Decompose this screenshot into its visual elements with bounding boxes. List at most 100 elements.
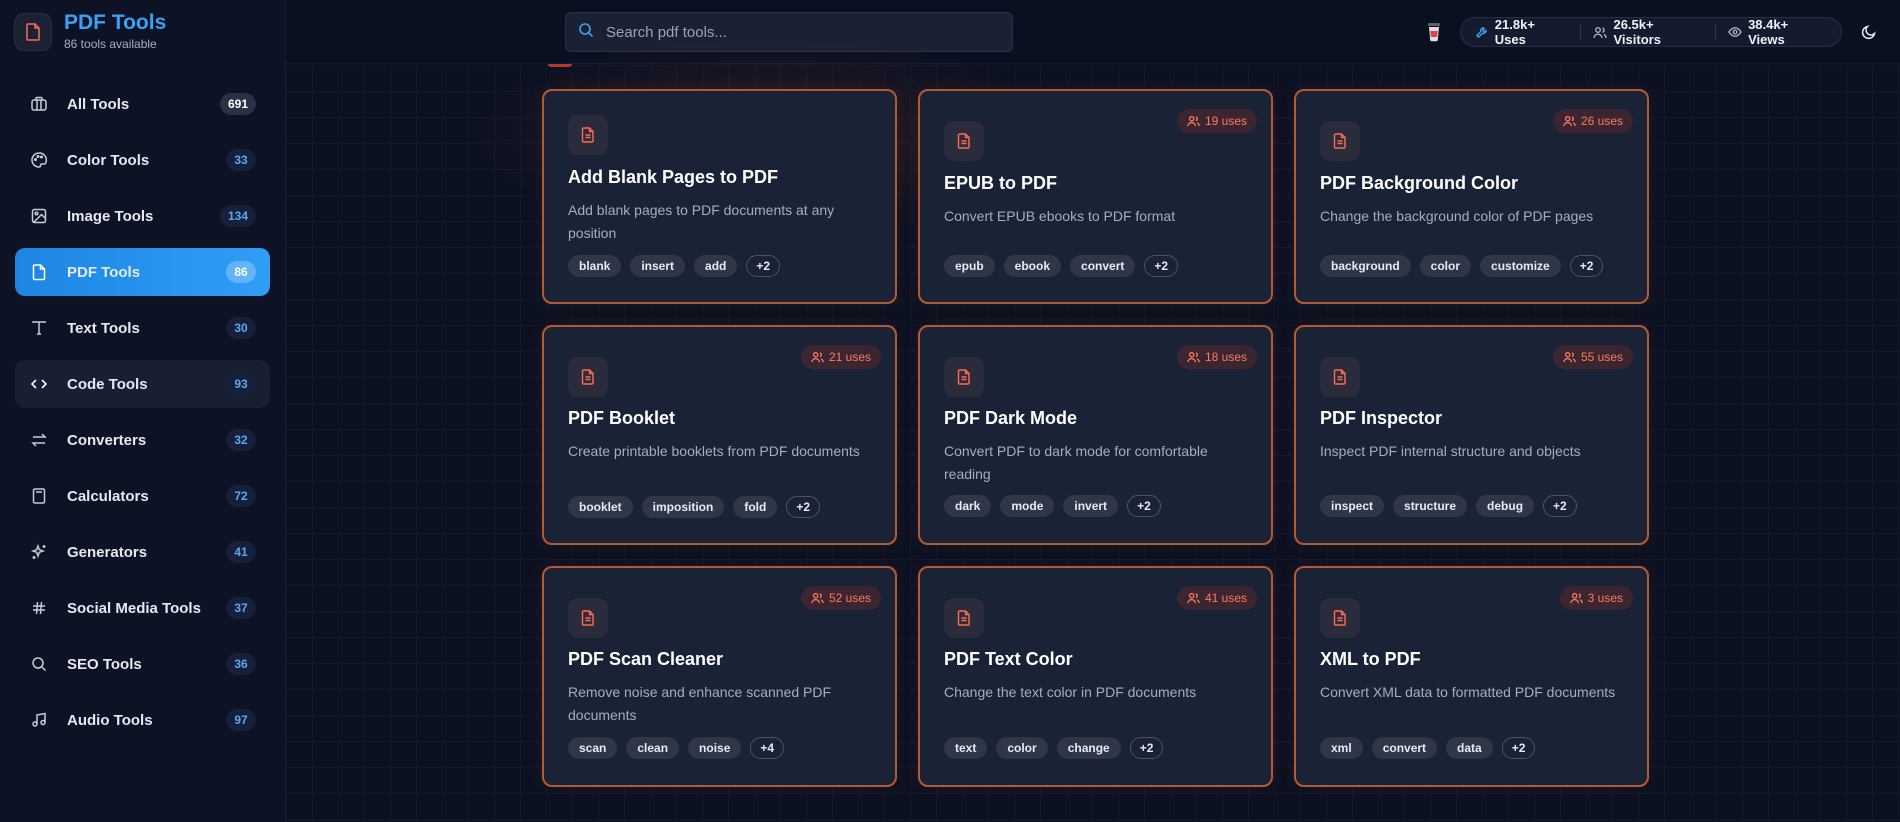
sidebar-item-converters[interactable]: Converters 32 [15, 416, 270, 464]
tag[interactable]: background [1320, 255, 1411, 277]
sidebar-item-count: 97 [226, 709, 256, 731]
sidebar-item-label: PDF Tools [67, 263, 141, 281]
sidebar-item-label: Color Tools [67, 151, 150, 169]
theme-toggle-moon-icon[interactable] [1858, 21, 1880, 43]
more-tags-badge[interactable]: +2 [786, 496, 821, 518]
tag[interactable]: customize [1480, 255, 1561, 277]
sidebar-nav: All Tools 691 Color Tools 33 Image Tools… [15, 80, 270, 752]
more-tags-badge[interactable]: +2 [1144, 255, 1179, 277]
more-tags-badge[interactable]: +2 [1129, 737, 1164, 759]
tag[interactable]: ebook [1003, 255, 1062, 277]
stat-visitors: 26.5k+ Visitors [1593, 17, 1703, 47]
tool-card[interactable]: 41 uses PDF Text Color Change the text c… [918, 566, 1273, 787]
pdf-file-icon [568, 115, 608, 155]
sidebar-item-label: Calculators [67, 487, 149, 505]
sidebar-item-count: 41 [226, 541, 256, 563]
coffee-cup-icon[interactable] [1424, 20, 1444, 44]
tool-card[interactable]: 55 uses PDF Inspector Inspect PDF intern… [1294, 325, 1649, 545]
tag[interactable]: color [996, 737, 1048, 759]
tag[interactable]: structure [1393, 495, 1468, 517]
tool-card-description: Change the text color in PDF documents [944, 684, 1197, 700]
tag[interactable]: inspect [1320, 495, 1385, 517]
sidebar-item-image-tools[interactable]: Image Tools 134 [15, 192, 270, 240]
tool-card[interactable]: 21 uses PDF Booklet Create printable boo… [542, 325, 897, 545]
tag[interactable]: convert [1070, 255, 1136, 277]
tool-card-tags: background color customize +2 [1320, 255, 1612, 277]
uses-count: 3 uses [1587, 591, 1623, 605]
more-tags-badge[interactable]: +2 [1543, 495, 1577, 517]
tag[interactable]: dark [944, 495, 992, 517]
tool-card[interactable]: 26 uses PDF Background Color Change the … [1294, 89, 1649, 304]
uses-badge: 19 uses [1176, 109, 1257, 133]
tag[interactable]: data [1446, 737, 1493, 759]
more-tags-badge[interactable]: +2 [1501, 737, 1536, 759]
users-icon [1593, 25, 1608, 39]
tool-card[interactable]: 19 uses EPUB to PDF Convert EPUB ebooks … [918, 89, 1273, 304]
uses-count: 19 uses [1204, 114, 1247, 128]
sidebar-item-seo-tools[interactable]: SEO Tools 36 [15, 640, 270, 688]
tool-card[interactable]: 52 uses PDF Scan Cleaner Remove noise an… [542, 566, 897, 787]
sidebar-item-label: All Tools [67, 95, 130, 113]
sidebar-item-generators[interactable]: Generators 41 [15, 528, 270, 576]
tool-card-description: Convert XML data to formatted PDF docume… [1320, 684, 1616, 700]
sidebar-item-color-tools[interactable]: Color Tools 33 [15, 136, 270, 184]
tag[interactable]: add [694, 255, 738, 277]
pdf-file-icon [568, 598, 608, 638]
sidebar-item-count: 72 [226, 485, 256, 507]
tag[interactable]: xml [1320, 737, 1363, 759]
tag[interactable]: booklet [568, 496, 633, 518]
tool-card-description: Inspect PDF internal structure and objec… [1320, 443, 1581, 459]
sidebar-item-pdf-tools[interactable]: PDF Tools 86 [15, 248, 270, 296]
tag[interactable]: insert [630, 255, 686, 277]
uses-count: 52 uses [828, 591, 871, 605]
tag[interactable]: invert [1063, 495, 1119, 517]
tool-card[interactable]: Add Blank Pages to PDF Add blank pages t… [542, 89, 897, 304]
uses-count: 21 uses [828, 350, 871, 364]
tag[interactable]: scan [568, 737, 618, 759]
more-tags-badge[interactable]: +2 [1127, 495, 1161, 517]
sidebar-item-all-tools[interactable]: All Tools 691 [15, 80, 270, 128]
tag[interactable]: mode [1000, 495, 1055, 517]
more-tags-badge[interactable]: +2 [746, 255, 781, 277]
sidebar-item-label: Code Tools [67, 375, 148, 393]
sidebar-item-count: 33 [226, 149, 256, 171]
tag[interactable]: epub [944, 255, 995, 277]
sidebar-item-count: 32 [226, 429, 256, 451]
sidebar-item-social-media-tools[interactable]: Social Media Tools 37 [15, 584, 270, 632]
tool-card-title: PDF Dark Mode [944, 408, 1078, 428]
tag[interactable]: clean [626, 737, 680, 759]
tag[interactable]: imposition [641, 496, 725, 518]
uses-badge: 21 uses [800, 345, 881, 369]
sidebar-item-audio-tools[interactable]: Audio Tools 97 [15, 696, 270, 744]
tool-card-title: PDF Background Color [1320, 173, 1519, 193]
tag[interactable]: color [1419, 255, 1472, 277]
tool-card-title: EPUB to PDF [944, 173, 1058, 193]
sidebar-item-text-tools[interactable]: Text Tools 30 [15, 304, 270, 352]
code-icon [29, 374, 49, 394]
tag[interactable]: fold [733, 496, 778, 518]
pdf-file-icon [944, 357, 984, 397]
brand[interactable]: PDF Tools 86 tools available [14, 11, 166, 52]
tag[interactable]: debug [1476, 495, 1535, 517]
tool-card[interactable]: 3 uses XML to PDF Convert XML data to fo… [1294, 566, 1649, 787]
sidebar-item-count: 93 [226, 373, 256, 395]
uses-badge: 55 uses [1552, 345, 1633, 369]
sidebar-item-calculators[interactable]: Calculators 72 [15, 472, 270, 520]
tag[interactable]: noise [688, 737, 742, 759]
music-icon [29, 710, 49, 730]
pdf-file-icon [944, 121, 984, 161]
tool-card-title: Add Blank Pages to PDF [568, 167, 779, 187]
tool-card[interactable]: 18 uses PDF Dark Mode Convert PDF to dar… [918, 325, 1273, 545]
tag[interactable]: blank [568, 255, 622, 277]
tag[interactable]: convert [1371, 737, 1438, 759]
more-tags-badge[interactable]: +4 [750, 737, 785, 759]
more-tags-badge[interactable]: +2 [1569, 255, 1604, 277]
palette-icon [29, 150, 49, 170]
tool-card-title: PDF Scan Cleaner [568, 649, 724, 669]
tag[interactable]: text [944, 737, 988, 759]
sidebar-item-label: Image Tools [67, 207, 154, 225]
tag[interactable]: change [1056, 737, 1121, 759]
sidebar-item-code-tools[interactable]: Code Tools 93 [15, 360, 270, 408]
file-icon [29, 262, 49, 282]
briefcase-icon [29, 94, 49, 114]
